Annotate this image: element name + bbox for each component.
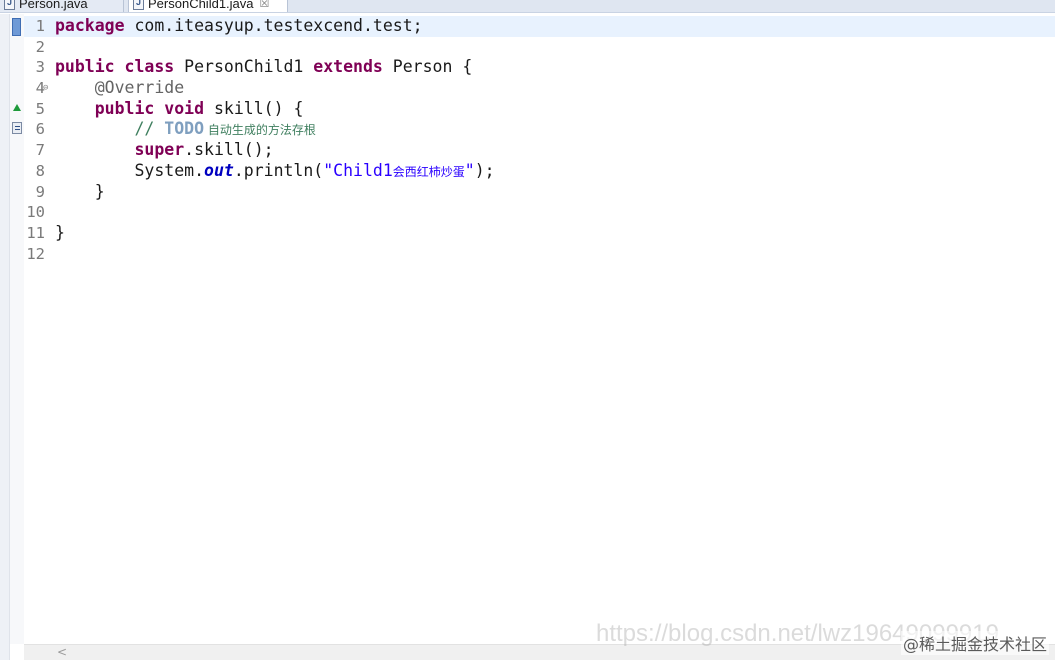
line-number: 5 bbox=[35, 99, 45, 118]
line-number: 12 bbox=[26, 244, 45, 263]
left-rail bbox=[0, 14, 10, 660]
code-line[interactable]: 4 ⊖ @Override bbox=[24, 78, 185, 99]
close-icon[interactable]: ☒ bbox=[260, 0, 270, 10]
code-token: skill() { bbox=[204, 98, 304, 118]
line-number: 6 bbox=[35, 120, 45, 139]
code-token: com.iteasyup.testexcend.test; bbox=[124, 16, 423, 35]
code-token: } bbox=[55, 222, 65, 242]
line-number: 9 bbox=[35, 182, 45, 201]
tab-person-java[interactable]: Person.java bbox=[0, 0, 124, 12]
code-text: super.skill(); bbox=[55, 140, 274, 161]
code-token: ); bbox=[474, 160, 495, 180]
bookmark-marker-icon[interactable] bbox=[12, 18, 21, 36]
code-text: System.out.println("Child1会西红柿炒蛋"); bbox=[55, 160, 495, 183]
tab-label: Person.java bbox=[19, 0, 88, 11]
code-text: } bbox=[55, 223, 65, 244]
code-line[interactable]: 2 bbox=[24, 37, 45, 58]
code-token: PersonChild1 bbox=[174, 57, 314, 77]
code-token: .println( bbox=[233, 160, 324, 180]
code-line[interactable]: 12 bbox=[24, 244, 45, 265]
tab-personchild1-java[interactable]: PersonChild1.java ☒ bbox=[128, 0, 288, 12]
code-line[interactable]: 5 public void skill() { bbox=[24, 99, 304, 120]
code-token: 自动生成的方法存根 bbox=[204, 123, 316, 138]
tab-label: PersonChild1.java bbox=[148, 0, 254, 11]
code-token: TODO bbox=[164, 119, 205, 139]
line-number: 3 bbox=[35, 58, 45, 77]
line-number: 10 bbox=[26, 203, 45, 222]
code-token: .skill(); bbox=[184, 140, 274, 160]
code-token: @Override bbox=[94, 78, 185, 98]
code-token: package bbox=[55, 16, 125, 35]
code-token: class bbox=[124, 57, 175, 77]
code-text: public class PersonChild1 extends Person… bbox=[55, 57, 472, 78]
code-token: extends bbox=[313, 57, 383, 77]
code-token: } bbox=[55, 181, 105, 201]
code-text: } bbox=[55, 182, 105, 203]
code-token: public bbox=[55, 57, 115, 77]
code-line[interactable]: 8 System.out.println("Child1会西红柿炒蛋"); bbox=[24, 161, 495, 182]
code-line[interactable]: 11} bbox=[24, 223, 65, 244]
watermark-brand: @稀土掘金技术社区 bbox=[900, 631, 1049, 655]
code-editor[interactable]: 1 package com.iteasyup.testexcend.test; 2 3… bbox=[24, 14, 1055, 644]
line-number: 7 bbox=[35, 141, 45, 160]
task-marker-icon[interactable] bbox=[12, 122, 22, 134]
editor-tab-bar: Person.java PersonChild1.java ☒ bbox=[0, 0, 1055, 13]
code-token: System. bbox=[55, 160, 205, 180]
scroll-left-icon[interactable]: < bbox=[57, 645, 67, 660]
code-line[interactable]: 9 } bbox=[24, 182, 105, 203]
code-token: // bbox=[134, 119, 165, 139]
line-number: 1 bbox=[35, 17, 45, 35]
code-token: out bbox=[204, 160, 234, 180]
java-file-icon bbox=[133, 0, 144, 10]
marker-ruler bbox=[10, 14, 24, 644]
code-token: void bbox=[164, 98, 205, 118]
code-line[interactable]: 10 bbox=[24, 202, 45, 223]
line-number: 2 bbox=[35, 37, 45, 56]
code-token: super bbox=[134, 140, 185, 160]
java-file-icon bbox=[4, 0, 15, 10]
line-number: 11 bbox=[26, 223, 45, 242]
code-line[interactable]: 6 // TODO 自动生成的方法存根 bbox=[24, 119, 316, 140]
code-token: public bbox=[94, 98, 155, 118]
code-token: Person { bbox=[382, 57, 473, 77]
fold-toggle-icon[interactable]: ⊖ bbox=[43, 78, 48, 99]
code-token: " bbox=[464, 160, 475, 180]
code-text: package com.iteasyup.testexcend.test; bbox=[55, 16, 423, 37]
line-number: 4 bbox=[35, 79, 45, 98]
code-line[interactable]: 3 public class PersonChild1 extends Perso… bbox=[24, 57, 473, 78]
code-line[interactable]: 7 super.skill(); bbox=[24, 140, 274, 161]
code-token: 会西红柿炒蛋 bbox=[392, 164, 465, 179]
code-line[interactable]: 1 package com.iteasyup.testexcend.test; bbox=[24, 16, 423, 37]
override-marker-icon[interactable] bbox=[13, 104, 21, 111]
code-text: public void skill() { bbox=[55, 98, 304, 120]
code-text: @Override bbox=[55, 78, 184, 99]
code-token: "Child1 bbox=[323, 160, 393, 180]
line-number: 8 bbox=[35, 161, 45, 180]
code-lines: 1 package com.iteasyup.testexcend.test; 2 3… bbox=[24, 16, 495, 265]
code-text: // TODO 自动生成的方法存根 bbox=[55, 119, 316, 141]
